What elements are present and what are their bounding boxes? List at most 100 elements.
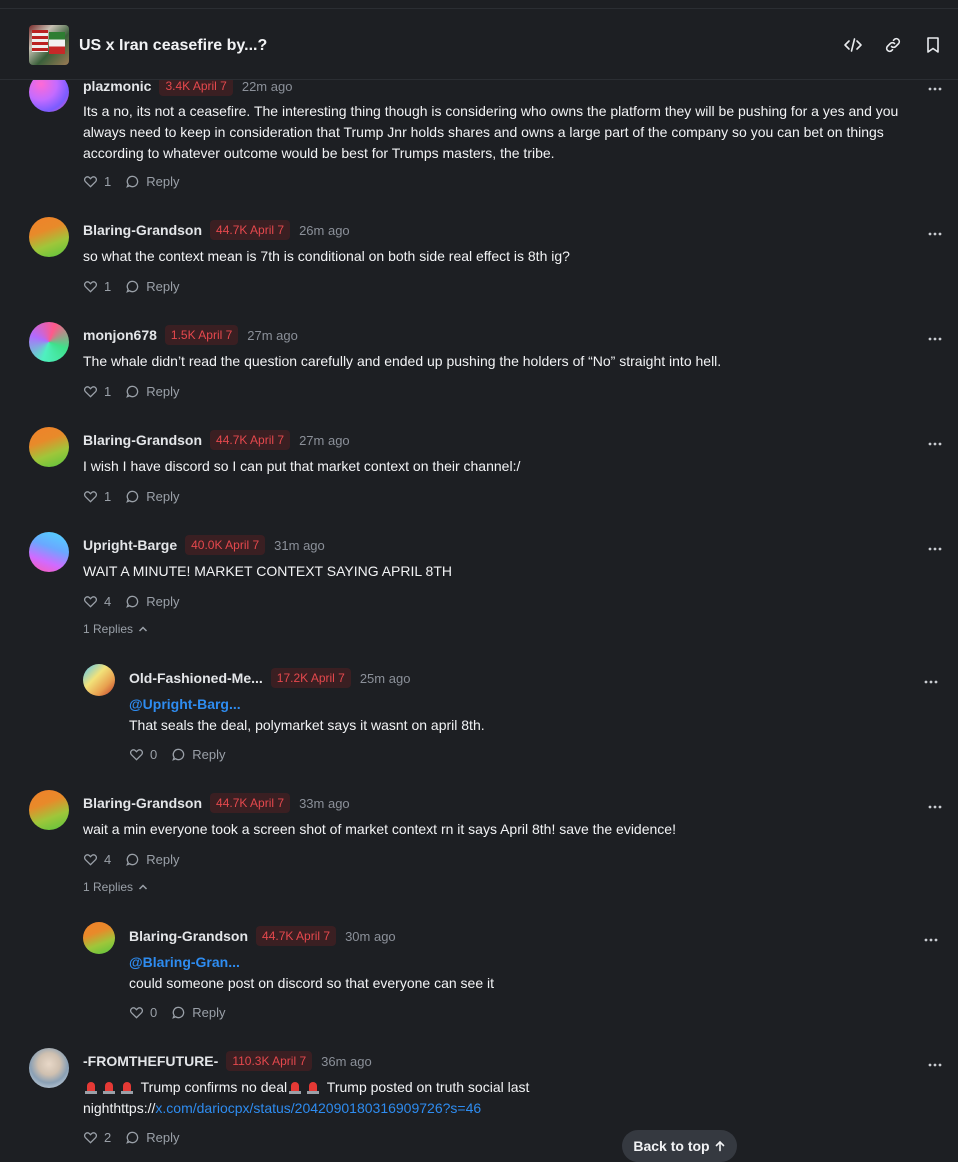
like-count: 4: [104, 851, 112, 867]
avatar[interactable]: [29, 217, 69, 257]
username[interactable]: Upright-Barge: [83, 537, 177, 553]
more-options-icon[interactable]: [927, 1056, 943, 1067]
username[interactable]: Old-Fashioned-Me...: [129, 670, 263, 686]
username[interactable]: monjon678: [83, 327, 157, 343]
comment-bubble-icon: [126, 385, 139, 398]
like-button[interactable]: 1: [83, 384, 111, 399]
mention-link[interactable]: @Blaring-Gran...: [129, 952, 919, 973]
embed-icon[interactable]: [843, 35, 863, 55]
arrow-up-icon: [715, 1140, 724, 1152]
timestamp: 26m ago: [299, 222, 350, 238]
like-button[interactable]: 1: [83, 174, 111, 189]
avatar[interactable]: [29, 322, 69, 362]
reply-button[interactable]: Reply: [125, 594, 179, 609]
more-options-icon[interactable]: [927, 330, 943, 341]
comment-bubble-icon: [126, 595, 139, 608]
heart-icon: [83, 175, 98, 188]
heart-icon: [129, 748, 144, 761]
more-options-icon[interactable]: [923, 931, 939, 942]
reply-button[interactable]: Reply: [171, 747, 225, 762]
link-icon[interactable]: [883, 35, 903, 55]
like-count: 0: [150, 1004, 158, 1020]
comment-text: Trump posted on truth social last: [323, 1079, 530, 1095]
username[interactable]: Blaring-Grandson: [83, 795, 202, 811]
like-button[interactable]: 2: [83, 1130, 111, 1145]
username[interactable]: Blaring-Grandson: [83, 222, 202, 238]
like-count: 4: [104, 593, 112, 609]
comment-body: I wish I have discord so I can put that …: [83, 458, 521, 474]
avatar[interactable]: [83, 922, 115, 954]
timestamp: 30m ago: [345, 928, 396, 944]
like-count: 1: [104, 173, 112, 189]
like-count: 1: [104, 278, 112, 294]
reply-button[interactable]: Reply: [125, 1130, 179, 1145]
back-to-top-label: Back to top: [633, 1138, 710, 1154]
heart-icon: [83, 853, 98, 866]
heart-icon: [83, 385, 98, 398]
replies-toggle[interactable]: 1 Replies: [83, 880, 149, 894]
like-button[interactable]: 0: [129, 747, 157, 762]
like-button[interactable]: 0: [129, 1005, 157, 1020]
avatar[interactable]: [29, 1048, 69, 1088]
replies-toggle[interactable]: 1 Replies: [83, 622, 149, 636]
like-count: 1: [104, 488, 112, 504]
external-link[interactable]: x.com/dariocpx/status/204209018031690972…: [155, 1100, 481, 1116]
reply-label: Reply: [146, 383, 180, 399]
market-header: US x Iran ceasefire by...?: [0, 9, 958, 80]
like-button[interactable]: 4: [83, 594, 111, 609]
like-count: 0: [150, 746, 158, 762]
reply-label: Reply: [146, 488, 180, 504]
like-button[interactable]: 4: [83, 852, 111, 867]
more-options-icon[interactable]: [927, 225, 943, 236]
more-options-icon[interactable]: [927, 80, 943, 91]
siren-emoji-icon: [85, 1082, 97, 1094]
more-options-icon[interactable]: [927, 540, 943, 551]
username[interactable]: Blaring-Grandson: [129, 928, 248, 944]
username[interactable]: Blaring-Grandson: [83, 432, 202, 448]
comment-body: Trump confirms no deal Trump posted on t…: [83, 1077, 928, 1119]
reply-button[interactable]: Reply: [125, 489, 179, 504]
timestamp: 22m ago: [241, 78, 293, 94]
comment-body: The whale didn’t read the question caref…: [83, 353, 722, 369]
reply-label: Reply: [146, 1129, 180, 1145]
reply-button[interactable]: Reply: [125, 279, 179, 294]
username[interactable]: plazmonic: [83, 78, 151, 94]
avatar[interactable]: [83, 664, 115, 696]
reply-label: Reply: [192, 746, 226, 762]
reply-label: Reply: [146, 173, 180, 189]
like-button[interactable]: 1: [83, 279, 111, 294]
reply-label: Reply: [146, 593, 180, 609]
market-title[interactable]: US x Iran ceasefire by...?: [79, 37, 267, 55]
reply-body: That seals the deal, polymarket says it …: [129, 717, 485, 733]
username[interactable]: -FROMTHEFUTURE-: [83, 1053, 218, 1069]
mention-link[interactable]: @Upright-Barg...: [129, 694, 919, 715]
timestamp: 36m ago: [321, 1053, 372, 1069]
us-flag-image: [32, 30, 48, 52]
comment-bubble-icon: [126, 1131, 139, 1144]
market-thumbnail[interactable]: [29, 25, 69, 65]
position-badge: 44.7K April 7: [210, 430, 291, 450]
reply-label: Reply: [146, 278, 180, 294]
reply-label: Reply: [146, 851, 180, 867]
like-count: 2: [104, 1129, 112, 1145]
more-options-icon[interactable]: [927, 435, 943, 446]
back-to-top-button[interactable]: Back to top: [622, 1130, 737, 1162]
avatar[interactable]: [29, 790, 69, 830]
siren-emoji-icon: [103, 1082, 115, 1094]
chevron-up-icon: [139, 626, 148, 632]
reply-button[interactable]: Reply: [125, 852, 179, 867]
like-button[interactable]: 1: [83, 489, 111, 504]
timestamp: 33m ago: [299, 795, 350, 811]
more-options-icon[interactable]: [927, 798, 943, 809]
position-badge: 44.7K April 7: [256, 926, 337, 946]
avatar[interactable]: [29, 427, 69, 467]
comment-text: Trump confirms no deal: [137, 1079, 288, 1095]
reply-button[interactable]: Reply: [171, 1005, 225, 1020]
reply-button[interactable]: Reply: [125, 174, 179, 189]
avatar[interactable]: [29, 532, 69, 572]
timestamp: 27m ago: [247, 327, 298, 343]
reply-button[interactable]: Reply: [125, 384, 179, 399]
reply-body: could someone post on discord so that ev…: [129, 975, 494, 991]
bookmark-icon[interactable]: [923, 35, 943, 55]
more-options-icon[interactable]: [923, 673, 939, 684]
